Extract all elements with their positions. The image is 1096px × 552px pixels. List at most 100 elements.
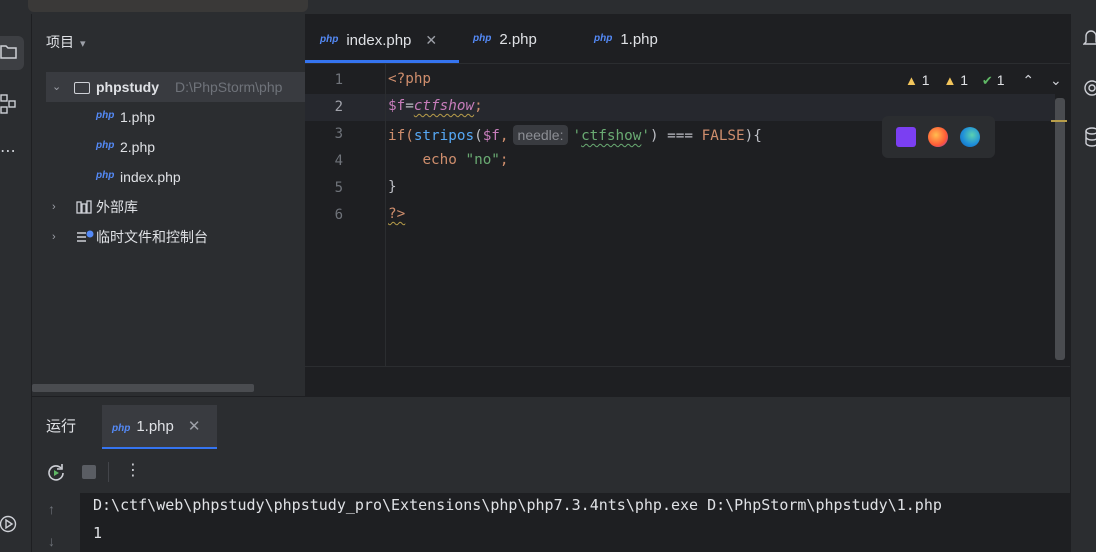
- operator-token: =: [405, 98, 414, 114]
- stop-icon[interactable]: [82, 465, 96, 479]
- php-file-icon: php: [96, 170, 115, 181]
- inspection-widget[interactable]: ▲ 1 ▲ 1 ✔ 1 ⌃ ⌄: [905, 72, 1062, 92]
- collapse-caret-icon[interactable]: ›: [52, 222, 56, 252]
- left-tool-strip: ⋯: [0, 14, 32, 552]
- tree-file-1[interactable]: php 1.php: [32, 102, 305, 132]
- warning-stripe-marker[interactable]: [1051, 120, 1067, 122]
- collapse-caret-icon[interactable]: ›: [52, 192, 56, 222]
- code-line-5: }: [388, 179, 397, 195]
- folder-icon: [0, 45, 17, 59]
- quote-token: ': [641, 128, 650, 144]
- gutter-divider: [385, 64, 386, 366]
- brace-token: }: [388, 179, 397, 195]
- close-icon[interactable]: ✕: [188, 418, 201, 435]
- file-name: 1.php: [120, 109, 156, 125]
- edge-icon[interactable]: [960, 127, 980, 147]
- close-icon[interactable]: ✕: [425, 32, 437, 48]
- tab-label: index.php: [346, 32, 412, 49]
- line-number: 1: [334, 72, 343, 88]
- tree-file-index[interactable]: php index.php: [32, 162, 305, 192]
- console-gutter: ↑ ↓: [32, 493, 80, 552]
- tree-scratches[interactable]: › 临时文件和控制台: [32, 222, 305, 252]
- notifications-icon[interactable]: [1083, 28, 1096, 48]
- php-file-icon: php: [320, 34, 339, 45]
- line-number: 5: [334, 180, 343, 196]
- string-token: ctfshow: [581, 128, 642, 144]
- project-panel: 项目 ▾ ⌄ phpstudy D:\PhpStorm\php php 1.php…: [32, 14, 305, 396]
- quote-token: ': [572, 128, 582, 144]
- weak-warning-count: 1: [960, 72, 969, 88]
- php-file-icon: php: [96, 110, 115, 121]
- firefox-icon[interactable]: [928, 127, 948, 147]
- tree-root-folder[interactable]: ⌄ phpstudy D:\PhpStorm\php: [46, 72, 305, 102]
- tab-1-php[interactable]: php 1.php: [594, 14, 658, 64]
- tab-2-php[interactable]: php 2.php: [473, 14, 537, 64]
- tree-file-2[interactable]: php 2.php: [32, 132, 305, 162]
- toolbar-divider: [108, 462, 109, 482]
- title-bar: [0, 0, 1096, 14]
- file-name: 2.php: [120, 139, 156, 155]
- right-tool-strip: [1070, 14, 1096, 552]
- string-token: "no": [465, 152, 500, 168]
- code-line-3: if(stripos($f, needle:'ctfshow') === FALS…: [388, 125, 762, 145]
- run-tool-window: 运行 php 1.php ✕ ⋮ ↑ ↓ D:\ctf\web\phpstudy\p…: [32, 396, 1070, 552]
- project-panel-title: 项目: [46, 34, 74, 50]
- browser-preview-popup: [882, 116, 995, 158]
- database-icon[interactable]: [1083, 126, 1096, 150]
- rerun-icon[interactable]: [46, 462, 66, 482]
- editor-vertical-scrollbar[interactable]: [1055, 98, 1065, 360]
- run-toolbar: ⋮: [32, 453, 1070, 491]
- function-token: stripos: [413, 128, 475, 144]
- line-number: 4: [334, 153, 343, 169]
- tab-index-php[interactable]: php index.php ✕: [320, 14, 437, 64]
- false-keyword: FALSE: [701, 128, 745, 144]
- run-tab-1-php[interactable]: php 1.php ✕: [102, 405, 217, 449]
- console-output[interactable]: D:\ctf\web\phpstudy\phpstudy_pro\Extensi…: [80, 493, 1070, 552]
- root-folder-path: D:\PhpStorm\php: [175, 79, 283, 95]
- library-icon: [76, 200, 92, 214]
- more-options-icon[interactable]: ⋮: [125, 463, 141, 479]
- constant-token: ctfshow: [413, 98, 475, 114]
- scroll-down-icon[interactable]: ↓: [48, 533, 55, 549]
- php-file-icon: php: [96, 140, 115, 151]
- expand-caret-icon[interactable]: ⌄: [52, 72, 61, 102]
- tree-external-libraries[interactable]: › 外部库: [32, 192, 305, 222]
- run-tool-icon[interactable]: [0, 514, 18, 534]
- php-file-icon: php: [473, 33, 492, 44]
- chevron-up-icon[interactable]: ⌃: [1022, 72, 1034, 88]
- semicolon-token: ;: [474, 98, 483, 114]
- variable-token: $f: [482, 128, 500, 144]
- run-panel-title: 运行: [46, 418, 77, 435]
- scratches-icon: [77, 230, 94, 242]
- warning-count: 1: [921, 72, 930, 88]
- project-horizontal-scrollbar[interactable]: [32, 384, 254, 392]
- line-number: 3: [334, 126, 343, 142]
- run-tab-label: 1.php: [136, 418, 174, 435]
- warning-icon: ▲: [905, 73, 918, 88]
- php-file-icon: php: [594, 33, 613, 44]
- php-file-icon: php: [112, 423, 131, 434]
- chevron-down-icon[interactable]: ⌄: [1050, 72, 1062, 88]
- scroll-up-icon[interactable]: ↑: [48, 501, 55, 517]
- ai-assistant-icon[interactable]: [1083, 78, 1096, 98]
- structure-icon[interactable]: [0, 94, 18, 114]
- project-tool-button[interactable]: [0, 36, 24, 70]
- tab-label: 1.php: [620, 31, 658, 48]
- root-folder-name: phpstudy: [96, 79, 159, 95]
- scratches-label: 临时文件和控制台: [96, 229, 208, 245]
- phpstorm-browser-icon[interactable]: [896, 127, 916, 147]
- run-tab-content: php 1.php ✕: [112, 417, 200, 435]
- typo-check-icon: ✔: [981, 73, 993, 88]
- code-editor[interactable]: 1 2 3 4 5 6 <?php $f=ctfshow; if(stripos…: [305, 64, 1070, 366]
- line-number: 2: [334, 99, 343, 115]
- console-line: D:\ctf\web\phpstudy\phpstudy_pro\Extensi…: [93, 496, 942, 514]
- more-tools-icon[interactable]: ⋯: [0, 144, 16, 160]
- external-libraries-label: 外部库: [96, 199, 138, 215]
- code-line-1: <?php: [388, 71, 431, 87]
- editor-breadcrumb-bar: [305, 366, 1070, 396]
- code-line-4: echo "no";: [388, 152, 508, 168]
- tab-label: 2.php: [499, 31, 537, 48]
- project-panel-header[interactable]: 项目 ▾: [46, 32, 86, 52]
- parameter-hint: needle:: [512, 125, 569, 145]
- echo-keyword: echo: [422, 152, 457, 168]
